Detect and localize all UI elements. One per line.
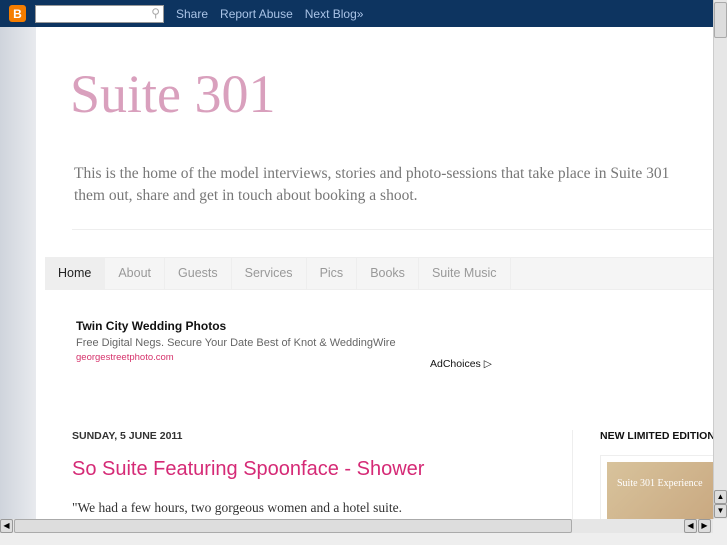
ad-block: Twin City Wedding Photos Free Digital Ne… [76,319,396,363]
scroll-down-button[interactable]: ▼ [714,504,727,518]
blogger-navbar: B ⚲ Share Report Abuse Next Blog» [0,0,713,27]
tab-services[interactable]: Services [232,258,307,289]
blogger-logo-icon[interactable]: B [9,5,26,22]
tab-suite-music[interactable]: Suite Music [419,258,511,289]
scroll-thumb[interactable] [14,519,572,533]
ad-title[interactable]: Twin City Wedding Photos [76,319,396,333]
blog-page: Suite 301 This is the home of the model … [36,27,713,519]
description-line: This is the home of the model interviews… [74,165,670,182]
tab-about[interactable]: About [105,258,166,289]
sidebar-heading: NEW LIMITED EDITION [600,430,713,442]
background [0,27,36,519]
ad-text: Free Digital Negs. Secure Your Date Best… [76,337,396,349]
sidebar-image-text: Suite 301 Experience [607,462,713,519]
post-body: "We had a few hours, two gorgeous women … [72,500,402,515]
next-blog-link[interactable]: Next Blog» [305,7,364,21]
scroll-left-button[interactable]: ◀ [0,519,13,533]
search-icon[interactable]: ⚲ [151,6,160,20]
report-abuse-link[interactable]: Report Abuse [220,7,293,21]
search-input[interactable]: ⚲ [35,4,164,23]
scroll-right-button[interactable]: ▶ [698,519,711,533]
scroll-up-button[interactable]: ▲ [714,490,727,504]
post-date: SUNDAY, 5 JUNE 2011 [72,430,183,442]
sidebar-divider [572,430,573,519]
tab-books[interactable]: Books [357,258,419,289]
scroll-left-button[interactable]: ◀ [684,519,697,533]
tab-guests[interactable]: Guests [165,258,232,289]
sidebar-image[interactable]: Suite 301 Experience [600,455,713,519]
share-link[interactable]: Share [176,7,208,21]
description-line: them out, share and get in touch about b… [74,187,418,204]
tab-pics[interactable]: Pics [307,258,358,289]
post-title[interactable]: So Suite Featuring Spoonface - Shower [72,458,424,481]
divider [72,229,712,230]
blog-title[interactable]: Suite 301 [70,63,276,125]
page-tabs: Home About Guests Services Pics Books Su… [45,257,713,290]
adchoices-link[interactable]: AdChoices ▷ [430,358,492,370]
blog-description: This is the home of the model interviews… [74,163,713,207]
scroll-thumb[interactable] [714,2,727,38]
ad-url[interactable]: georgestreetphoto.com [76,352,396,363]
tab-home[interactable]: Home [45,258,106,289]
vertical-scrollbar[interactable]: ▲ ▼ [713,0,727,519]
horizontal-scrollbar[interactable]: ◀ ◀ ▶ [0,519,713,533]
